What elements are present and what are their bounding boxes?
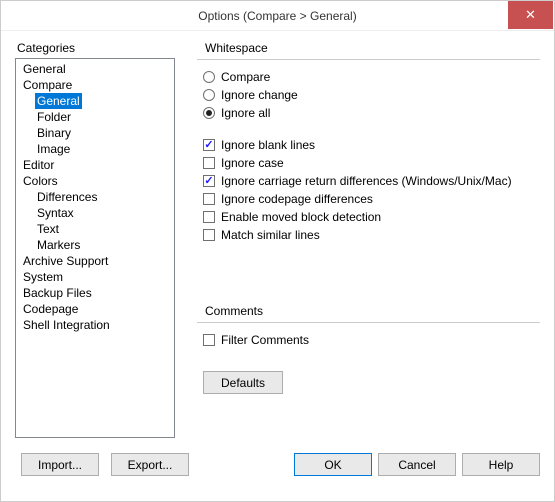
checkbox-icon	[203, 211, 215, 223]
tree-item[interactable]: Markers	[35, 238, 82, 252]
tree-item[interactable]: Compare	[21, 77, 174, 93]
option-checkbox[interactable]: Match similar lines	[203, 226, 540, 244]
radio-label: Ignore all	[221, 104, 270, 122]
checkbox-label: Filter Comments	[221, 331, 309, 349]
checkbox-icon	[203, 157, 215, 169]
cancel-button[interactable]: Cancel	[378, 453, 456, 476]
radio-label: Ignore change	[221, 86, 298, 104]
checkbox-label: Ignore carriage return differences (Wind…	[221, 172, 512, 190]
tree-item[interactable]: Differences	[35, 190, 99, 204]
filter-comments-checkbox[interactable]: Filter Comments	[203, 331, 540, 349]
tree-item[interactable]: Backup Files	[21, 285, 174, 301]
radio-label: Compare	[221, 68, 270, 86]
comments-group: Comments Filter Comments	[197, 304, 540, 349]
close-button[interactable]: ✕	[508, 1, 553, 29]
checkbox-label: Enable moved block detection	[221, 208, 381, 226]
option-checkbox[interactable]: Ignore blank lines	[203, 136, 540, 154]
radio-icon	[203, 71, 215, 83]
titlebar: Options (Compare > General) ✕	[1, 1, 554, 31]
checkbox-label: Ignore case	[221, 154, 284, 172]
whitespace-label: Whitespace	[205, 41, 540, 55]
checkbox-icon	[203, 334, 215, 346]
close-icon: ✕	[525, 7, 536, 23]
tree-item[interactable]: Binary	[35, 126, 73, 140]
defaults-button[interactable]: Defaults	[203, 371, 283, 394]
radio-icon	[203, 89, 215, 101]
dialog-body: Categories GeneralCompareGeneralFolderBi…	[1, 31, 554, 447]
tree-item[interactable]: Colors	[21, 173, 174, 189]
dialog-buttons: Import... Export... OK Cancel Help	[1, 447, 554, 488]
general-checks: Ignore blank linesIgnore caseIgnore carr…	[197, 136, 540, 244]
tree-item[interactable]: Syntax	[35, 206, 76, 220]
window-title: Options (Compare > General)	[1, 9, 554, 23]
tree-item[interactable]: Editor	[21, 157, 174, 173]
whitespace-options: CompareIgnore changeIgnore all	[197, 59, 540, 122]
tree-item[interactable]: Archive Support	[21, 253, 174, 269]
tree-item[interactable]: Image	[35, 142, 72, 156]
checkbox-icon	[203, 175, 215, 187]
radio-icon	[203, 107, 215, 119]
tree-item[interactable]: Text	[35, 222, 61, 236]
tree-item[interactable]: Folder	[35, 110, 73, 124]
categories-panel: Categories GeneralCompareGeneralFolderBi…	[15, 41, 175, 441]
comments-label: Comments	[205, 304, 540, 318]
checkbox-label: Ignore blank lines	[221, 136, 315, 154]
settings-panel: Whitespace CompareIgnore changeIgnore al…	[175, 41, 540, 441]
whitespace-radio[interactable]: Ignore change	[203, 86, 540, 104]
tree-item[interactable]: Shell Integration	[21, 317, 174, 333]
whitespace-radio[interactable]: Compare	[203, 68, 540, 86]
tree-item[interactable]: General	[21, 61, 174, 77]
categories-label: Categories	[17, 41, 175, 55]
checkbox-icon	[203, 139, 215, 151]
comments-body: Filter Comments	[197, 322, 540, 349]
option-checkbox[interactable]: Ignore case	[203, 154, 540, 172]
categories-tree[interactable]: GeneralCompareGeneralFolderBinaryImageEd…	[15, 58, 175, 438]
tree-item[interactable]: Codepage	[21, 301, 174, 317]
checkbox-icon	[203, 229, 215, 241]
help-button[interactable]: Help	[462, 453, 540, 476]
checkbox-icon	[203, 193, 215, 205]
option-checkbox[interactable]: Ignore codepage differences	[203, 190, 540, 208]
whitespace-radio[interactable]: Ignore all	[203, 104, 540, 122]
ok-button[interactable]: OK	[294, 453, 372, 476]
option-checkbox[interactable]: Enable moved block detection	[203, 208, 540, 226]
checkbox-label: Match similar lines	[221, 226, 320, 244]
import-button[interactable]: Import...	[21, 453, 99, 476]
tree-item[interactable]: General	[35, 93, 82, 109]
checkbox-label: Ignore codepage differences	[221, 190, 373, 208]
option-checkbox[interactable]: Ignore carriage return differences (Wind…	[203, 172, 540, 190]
tree-item[interactable]: System	[21, 269, 174, 285]
whitespace-group: Whitespace CompareIgnore changeIgnore al…	[197, 41, 540, 122]
export-button[interactable]: Export...	[111, 453, 189, 476]
